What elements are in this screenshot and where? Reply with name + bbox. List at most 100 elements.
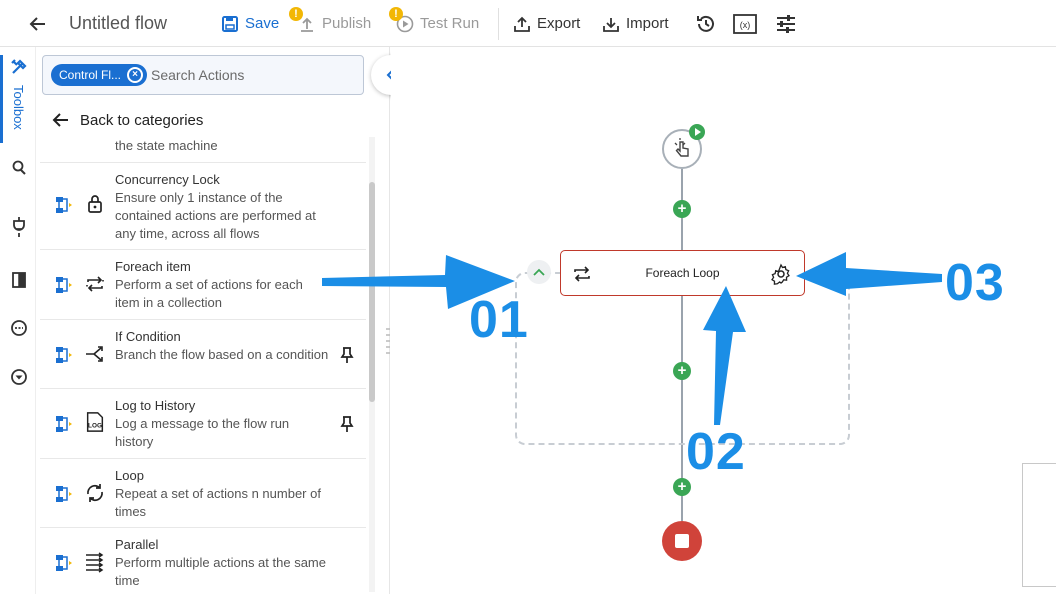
top-toolbar: Untitled flow Save Publish ! Test Run ! … bbox=[0, 0, 1056, 47]
save-button[interactable]: Save bbox=[221, 0, 279, 47]
stop-icon bbox=[675, 534, 689, 548]
control-flow-category-icon bbox=[56, 555, 72, 571]
scrollbar-thumb[interactable] bbox=[369, 182, 375, 402]
toolbar-divider bbox=[498, 8, 499, 40]
documents-tab[interactable] bbox=[9, 270, 29, 290]
add-step-button[interactable]: + bbox=[673, 200, 691, 218]
list-item[interactable]: Parallel Perform multiple actions at the… bbox=[40, 528, 366, 594]
minus-circle-tab[interactable] bbox=[9, 318, 29, 338]
action-title: Loop bbox=[115, 468, 144, 483]
annotation-01: 01 bbox=[469, 291, 529, 349]
list-item[interactable]: If Condition Branch the flow based on a … bbox=[40, 320, 366, 389]
end-node[interactable] bbox=[662, 521, 702, 561]
import-icon bbox=[603, 17, 619, 32]
control-flow-category-icon bbox=[56, 347, 72, 363]
list-item[interactable]: the state machine bbox=[40, 137, 366, 163]
chevron-down-circle-icon bbox=[11, 369, 27, 385]
variable-icon: (x) bbox=[733, 13, 757, 34]
trigger-hand-icon bbox=[674, 138, 689, 157]
back-label: Back to categories bbox=[80, 111, 204, 129]
tools-icon bbox=[11, 59, 27, 74]
annotation-03: 03 bbox=[945, 254, 1005, 312]
collapse-loop-button[interactable] bbox=[527, 260, 551, 284]
publish-button[interactable]: Publish bbox=[298, 0, 371, 47]
back-to-categories-link[interactable]: Back to categories bbox=[52, 109, 203, 131]
export-button[interactable]: Export bbox=[513, 0, 580, 47]
action-title: If Condition bbox=[115, 329, 181, 344]
rail-active-indicator bbox=[0, 55, 3, 143]
history-button[interactable] bbox=[695, 0, 717, 47]
publish-warning-icon: ! bbox=[289, 7, 303, 21]
search-tab[interactable] bbox=[9, 158, 29, 178]
export-icon bbox=[514, 16, 530, 32]
add-step-in-loop-button[interactable]: + bbox=[673, 362, 691, 380]
action-title: Foreach item bbox=[115, 259, 191, 274]
pin-icon[interactable] bbox=[340, 416, 354, 432]
left-rail: Toolbox bbox=[0, 47, 36, 594]
action-title: Parallel bbox=[115, 537, 159, 552]
toolbox-tab[interactable] bbox=[9, 57, 29, 77]
search-box: Control Fl... × bbox=[42, 55, 364, 95]
pin-icon[interactable] bbox=[340, 347, 354, 363]
save-label: Save bbox=[245, 15, 280, 32]
chevron-circle-tab[interactable] bbox=[9, 367, 29, 387]
loop-node-title: Foreach Loop bbox=[645, 266, 720, 280]
export-label: Export bbox=[537, 15, 581, 32]
foreach-icon bbox=[86, 276, 104, 292]
list-item[interactable]: Loop Repeat a set of actions n number of… bbox=[40, 459, 366, 528]
control-flow-category-icon bbox=[56, 486, 72, 502]
chip-label: Control Fl... bbox=[59, 68, 122, 82]
flow-title[interactable]: Untitled flow bbox=[69, 0, 167, 47]
connectors-tab[interactable] bbox=[9, 217, 29, 237]
control-flow-category-icon bbox=[56, 416, 72, 432]
action-description: the state machine bbox=[115, 138, 218, 153]
action-title: Log to History bbox=[115, 398, 196, 413]
test-run-button[interactable]: Test Run bbox=[396, 0, 479, 47]
action-title: Concurrency Lock bbox=[115, 172, 220, 187]
loop-icon bbox=[87, 484, 103, 502]
gear-icon[interactable] bbox=[770, 263, 792, 285]
svg-text:(x): (x) bbox=[740, 20, 751, 30]
resize-grip-icon[interactable] bbox=[386, 326, 390, 356]
toolbox-label[interactable]: Toolbox bbox=[11, 85, 26, 130]
document-icon bbox=[12, 272, 26, 288]
test-run-warning-icon: ! bbox=[389, 7, 403, 21]
minimap-panel[interactable] bbox=[1022, 463, 1056, 587]
parallel-icon bbox=[86, 552, 104, 573]
action-description: Perform a set of actions for each item i… bbox=[115, 277, 303, 310]
sliders-icon bbox=[777, 14, 795, 33]
annotation-02: 02 bbox=[686, 423, 746, 481]
save-icon bbox=[222, 15, 238, 32]
lock-icon bbox=[88, 195, 102, 213]
back-arrow-button[interactable] bbox=[28, 0, 48, 47]
svg-text:LOG: LOG bbox=[88, 423, 102, 430]
log-icon: LOG bbox=[86, 412, 104, 432]
category-filter-chip[interactable]: Control Fl... × bbox=[51, 64, 148, 86]
import-label: Import bbox=[626, 15, 669, 32]
control-flow-category-icon bbox=[56, 197, 72, 213]
branch-icon bbox=[86, 346, 103, 362]
toolbox-panel: Control Fl... × Back to categories the s… bbox=[36, 47, 390, 594]
variables-button[interactable]: (x) bbox=[733, 0, 757, 47]
list-item[interactable]: Foreach item Perform a set of actions fo… bbox=[40, 250, 366, 320]
plug-icon bbox=[13, 217, 25, 237]
import-button[interactable]: Import bbox=[602, 0, 669, 47]
minus-circle-icon bbox=[11, 320, 27, 336]
chip-clear-icon[interactable]: × bbox=[127, 67, 144, 83]
run-badge-icon bbox=[689, 124, 705, 140]
test-run-label: Test Run bbox=[420, 15, 480, 32]
search-actions-input[interactable] bbox=[151, 61, 351, 89]
action-description: Perform multiple actions at the same tim… bbox=[115, 555, 326, 588]
search-icon bbox=[12, 160, 26, 175]
arrow-left-icon bbox=[29, 16, 45, 31]
list-item[interactable]: LOG Log to History Log a message to the … bbox=[40, 389, 366, 459]
loop-body-area bbox=[515, 272, 850, 445]
action-description: Repeat a set of actions n number of time… bbox=[115, 486, 321, 519]
arrow-left-icon bbox=[52, 113, 68, 127]
chevron-up-icon bbox=[533, 268, 545, 276]
publish-label: Publish bbox=[322, 15, 372, 32]
list-item[interactable]: Concurrency Lock Ensure only 1 instance … bbox=[40, 163, 366, 250]
control-flow-category-icon bbox=[56, 277, 72, 293]
settings-sliders-button[interactable] bbox=[775, 0, 797, 47]
foreach-loop-node[interactable]: Foreach Loop bbox=[560, 250, 805, 296]
